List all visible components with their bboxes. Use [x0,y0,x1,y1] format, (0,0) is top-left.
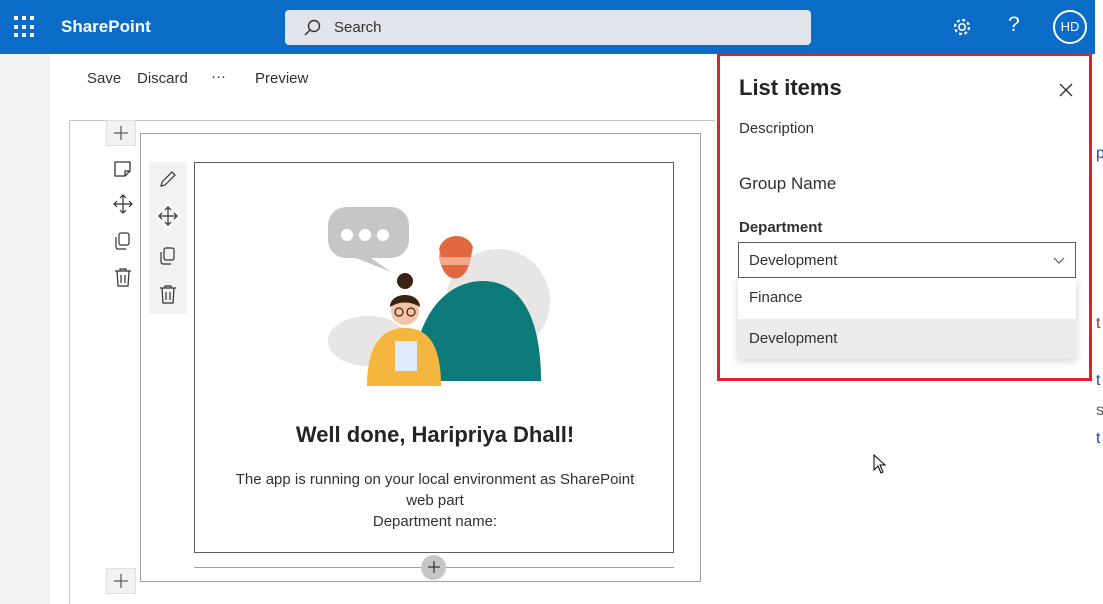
description-line: web part [406,492,464,509]
edge-fragment: s [1096,402,1103,419]
search-icon [304,19,321,36]
preview-button[interactable]: Preview [255,70,308,87]
edit-icon[interactable] [157,168,179,190]
delete-icon[interactable] [157,283,179,305]
edge-fragment: t [1096,315,1101,332]
mouse-cursor-icon [873,454,887,474]
add-icon [114,126,128,140]
more-button[interactable]: ··· [211,68,226,85]
close-icon[interactable] [1058,82,1074,98]
hello-world-webpart[interactable]: Well done, Haripriya Dhall! The app is r… [194,162,674,553]
department-selected-value: Development [749,252,838,269]
app-brand[interactable]: SharePoint [61,17,151,37]
left-rail [0,54,50,604]
department-label: Department [739,219,823,236]
delete-section-icon[interactable] [112,266,134,288]
webpart-toolbar [149,162,187,314]
group-name: Group Name [739,174,837,193]
edit-section-icon[interactable] [112,158,134,180]
edge-fragment: t [1096,430,1101,447]
add-section-top-button[interactable] [106,120,136,146]
edge-fragment: t [1096,372,1101,389]
search-box[interactable]: Search [285,10,811,45]
welcome-description: The app is running on your local environ… [215,469,655,532]
pane-title: List items [739,75,842,100]
description-line: The app is running on your local environ… [235,471,635,488]
welcome-title: Well done, Haripriya Dhall! [295,422,575,447]
duplicate-section-icon[interactable] [112,230,134,252]
save-button[interactable]: Save [87,70,121,87]
waffle-icon[interactable] [14,16,36,38]
add-icon [114,574,128,588]
welcome-illustration [328,207,550,386]
edge-fragment: p [1096,145,1103,162]
help-icon[interactable]: ? [1008,13,1020,37]
option-finance[interactable]: Finance [738,278,1076,318]
move-icon[interactable] [157,205,179,227]
duplicate-icon[interactable] [157,245,179,267]
option-development[interactable]: Development [738,319,1076,359]
avatar[interactable]: HD [1053,10,1087,44]
add-webpart-button[interactable] [421,555,446,580]
chevron-down-icon [1053,257,1065,264]
move-section-icon[interactable] [112,193,134,215]
window-edge [1095,0,1103,604]
add-icon [427,561,440,573]
department-options-list: Finance Development [738,278,1076,359]
gear-icon[interactable] [951,16,973,38]
add-section-bottom-button[interactable] [106,568,136,594]
department-dropdown[interactable]: Development [738,242,1076,278]
department-name-label: Department name: [372,513,498,530]
suite-bar: SharePoint Search ? HD [0,0,1095,54]
search-input[interactable]: Search [334,19,382,36]
pane-description: Description [739,120,815,137]
discard-button[interactable]: Discard [137,70,188,87]
